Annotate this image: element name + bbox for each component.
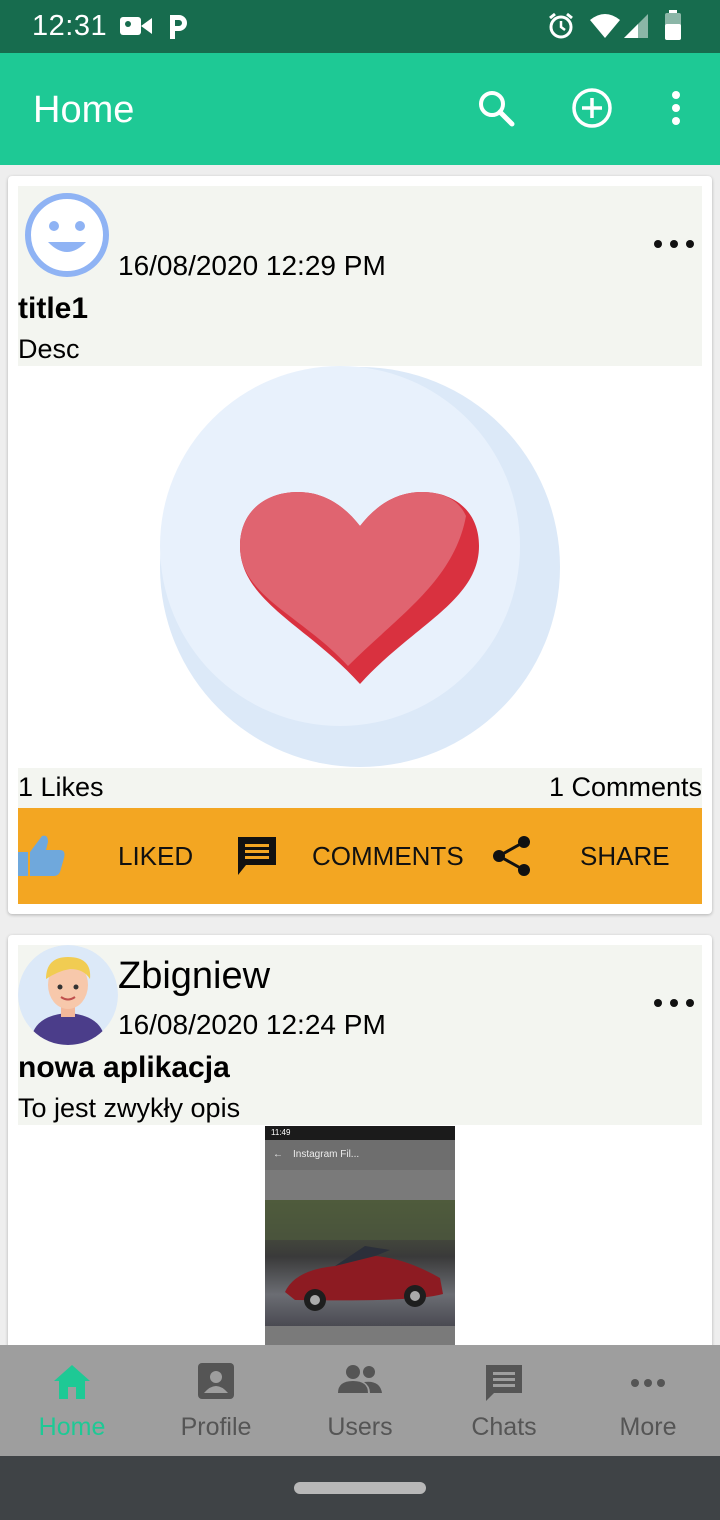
like-button[interactable]: LIKED bbox=[18, 808, 193, 904]
post-image[interactable]: 11:49 ← Instagram Fil... bbox=[265, 1126, 455, 1345]
battery-icon bbox=[664, 10, 682, 45]
status-bar: 12:31 bbox=[0, 0, 720, 53]
image-time: 11:49 bbox=[271, 1128, 291, 1137]
post-stats: 1 Likes 1 Comments bbox=[18, 768, 702, 808]
page-title: Home bbox=[33, 89, 135, 131]
video-camera-icon bbox=[120, 14, 152, 43]
thumbs-up-icon bbox=[18, 835, 65, 876]
image-toolbar-title: Instagram Fil... bbox=[293, 1149, 360, 1160]
post-title: title1 bbox=[18, 292, 89, 325]
post-title: nowa aplikacja bbox=[18, 1051, 230, 1084]
post-description: Desc bbox=[18, 334, 80, 364]
smiley-icon bbox=[25, 193, 109, 277]
comments-count[interactable]: 1 Comments bbox=[549, 772, 702, 803]
add-post-button[interactable] bbox=[567, 83, 617, 133]
chat-icon bbox=[484, 1363, 524, 1408]
post-card: Zbigniew 16/08/2020 12:24 PM nowa aplika… bbox=[8, 935, 712, 1345]
more-icon bbox=[630, 1375, 666, 1393]
home-icon bbox=[52, 1363, 92, 1406]
post-actions: LIKED COMMENTS SHARE bbox=[18, 808, 702, 904]
search-icon bbox=[479, 91, 515, 127]
alarm-icon bbox=[547, 12, 575, 45]
image-toolbar: ← Instagram Fil... bbox=[265, 1140, 455, 1170]
avatar[interactable] bbox=[18, 945, 118, 1045]
post-date: 16/08/2020 12:24 PM bbox=[118, 1009, 386, 1040]
nav-item-more[interactable]: More bbox=[576, 1345, 720, 1456]
bottom-navigation: Home Profile Users Chats More bbox=[0, 1345, 720, 1456]
system-navigation-bar bbox=[0, 1456, 720, 1520]
post-options-button[interactable] bbox=[654, 234, 694, 254]
search-button[interactable] bbox=[471, 83, 521, 133]
post-feed[interactable]: 16/08/2020 12:29 PM title1 Desc 1 Likes … bbox=[0, 165, 720, 1345]
post-options-button[interactable] bbox=[654, 993, 694, 1013]
nav-label-chats: Chats bbox=[471, 1413, 537, 1441]
post-header: 16/08/2020 12:29 PM title1 Desc bbox=[18, 186, 702, 366]
user-avatar-image bbox=[18, 945, 118, 1045]
post-image[interactable] bbox=[8, 366, 712, 768]
share-button[interactable]: SHARE bbox=[492, 808, 670, 904]
profile-icon bbox=[198, 1363, 234, 1404]
nav-label-profile: Profile bbox=[180, 1413, 252, 1441]
add-circle-icon bbox=[572, 88, 612, 128]
status-time: 12:31 bbox=[32, 10, 108, 42]
heart-image bbox=[160, 366, 560, 767]
likes-count[interactable]: 1 Likes bbox=[18, 772, 104, 803]
nav-item-profile[interactable]: Profile bbox=[144, 1345, 288, 1456]
post-description: To jest zwykły opis bbox=[18, 1093, 241, 1123]
nav-item-users[interactable]: Users bbox=[288, 1345, 432, 1456]
avatar[interactable] bbox=[24, 192, 110, 278]
comments-label: COMMENTS bbox=[312, 840, 464, 871]
share-label: SHARE bbox=[580, 840, 670, 871]
wifi-icon bbox=[590, 14, 620, 43]
post-card: 16/08/2020 12:29 PM title1 Desc 1 Likes … bbox=[8, 176, 712, 914]
like-label: LIKED bbox=[118, 840, 194, 871]
post-date: 16/08/2020 12:29 PM bbox=[118, 250, 386, 281]
users-icon bbox=[338, 1363, 382, 1400]
image-status-bar: 11:49 bbox=[265, 1126, 455, 1140]
nav-label-more: More bbox=[619, 1413, 677, 1441]
comment-icon bbox=[238, 837, 276, 875]
post-header: Zbigniew 16/08/2020 12:24 PM nowa aplika… bbox=[18, 945, 702, 1125]
nav-label-home: Home bbox=[38, 1413, 106, 1441]
signal-icon bbox=[624, 14, 648, 43]
nav-label-users: Users bbox=[327, 1413, 393, 1441]
parking-icon bbox=[167, 13, 189, 46]
app-bar: Home bbox=[0, 53, 720, 165]
overflow-menu-icon bbox=[672, 91, 680, 125]
post-username[interactable]: Zbigniew bbox=[118, 955, 270, 998]
nav-item-home[interactable]: Home bbox=[0, 1345, 144, 1456]
overflow-menu-button[interactable] bbox=[651, 83, 701, 133]
red-car-image bbox=[265, 1200, 455, 1311]
nav-item-chats[interactable]: Chats bbox=[432, 1345, 576, 1456]
car-photo bbox=[265, 1200, 455, 1326]
share-icon bbox=[493, 836, 530, 876]
comments-button[interactable]: COMMENTS bbox=[236, 808, 464, 904]
home-gesture-handle[interactable] bbox=[294, 1482, 426, 1494]
